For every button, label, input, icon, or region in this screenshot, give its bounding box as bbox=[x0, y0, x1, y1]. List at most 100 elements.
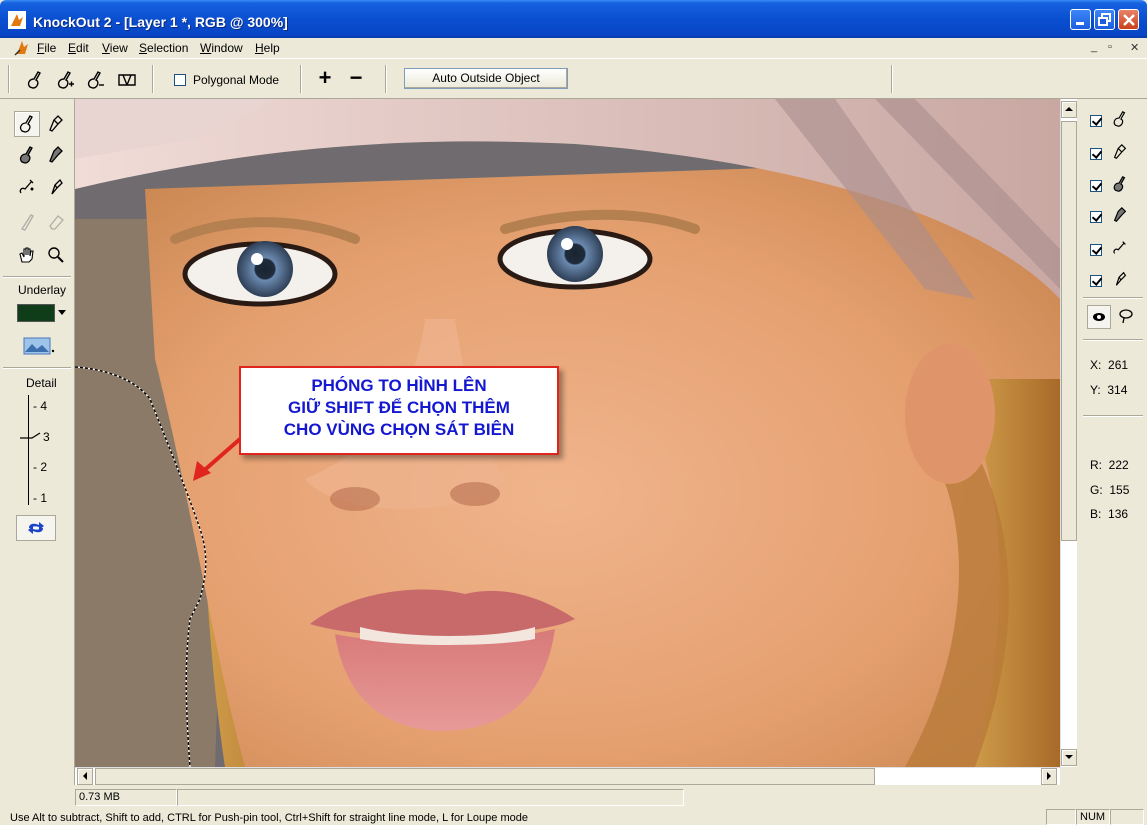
vertical-scroll-thumb[interactable] bbox=[1061, 121, 1077, 541]
chevron-left-icon bbox=[83, 772, 87, 780]
close-icon bbox=[1123, 14, 1135, 26]
layer-outside-object-toggle[interactable] bbox=[1089, 142, 1139, 164]
swap-button[interactable] bbox=[16, 515, 56, 541]
view-lasso-button[interactable] bbox=[1115, 305, 1139, 329]
inside-fill-tool[interactable] bbox=[14, 142, 40, 168]
outside-fill-icon bbox=[1113, 206, 1127, 223]
horizontal-scroll-thumb[interactable] bbox=[95, 768, 875, 785]
layer-outside-fill-toggle[interactable] bbox=[1089, 205, 1139, 227]
toolbar: Polygonal Mode + − Auto Outside Object bbox=[0, 58, 1147, 99]
polygonal-mode-label: Polygonal Mode bbox=[193, 73, 280, 87]
layer-outside-edge-toggle[interactable] bbox=[1089, 269, 1139, 291]
g-label: G: bbox=[1090, 483, 1103, 497]
vertical-scrollbar[interactable] bbox=[1060, 99, 1077, 767]
menu-help[interactable]: Help bbox=[255, 41, 280, 55]
horizontal-scrollbar[interactable] bbox=[75, 767, 1060, 785]
memory-readout: 0.73 MB bbox=[75, 789, 177, 806]
minimize-icon bbox=[1076, 22, 1084, 25]
status-indicator bbox=[1110, 809, 1144, 825]
add-inside-tool-button[interactable] bbox=[52, 67, 78, 93]
doc-close-icon[interactable]: ✕ bbox=[1130, 41, 1139, 54]
underlay-label: Underlay bbox=[18, 283, 67, 297]
menu-window[interactable]: Window bbox=[200, 41, 243, 55]
layer-inside-edge-checkbox[interactable] bbox=[1090, 244, 1102, 256]
detail-slider-thumb[interactable] bbox=[20, 432, 46, 440]
menu-selection[interactable]: Selection bbox=[139, 41, 188, 55]
scroll-up-button[interactable] bbox=[1061, 101, 1077, 118]
toolbox-divider bbox=[3, 367, 71, 369]
hand-tool[interactable] bbox=[14, 242, 40, 268]
minimize-button[interactable] bbox=[1070, 9, 1091, 30]
right-panel: X: 261 Y: 314 R: 222 G: 155 B: 136 bbox=[1077, 99, 1147, 805]
transfer-tool-button[interactable] bbox=[114, 67, 140, 93]
layer-outside-object-checkbox[interactable] bbox=[1090, 148, 1102, 160]
view-eye-button[interactable] bbox=[1087, 305, 1111, 329]
layer-outside-edge-checkbox[interactable] bbox=[1090, 275, 1102, 287]
chevron-down-icon[interactable] bbox=[58, 310, 66, 315]
layer-inside-object-checkbox[interactable] bbox=[1090, 115, 1102, 127]
minus-button[interactable]: − bbox=[345, 67, 367, 90]
polygonal-mode-checkbox[interactable] bbox=[174, 74, 186, 86]
outside-object-tool[interactable] bbox=[43, 111, 69, 137]
panel-divider bbox=[1083, 297, 1143, 299]
inside-object-tool-button[interactable] bbox=[22, 67, 48, 93]
g-value: 155 bbox=[1109, 483, 1130, 497]
document-icon[interactable] bbox=[14, 39, 30, 56]
restore-button[interactable] bbox=[1094, 9, 1115, 30]
x-coordinate-readout: X: 261 bbox=[1090, 358, 1128, 372]
detail-level-value: 1 bbox=[40, 491, 48, 505]
detail-level-value: 2 bbox=[40, 460, 48, 474]
chevron-up-icon bbox=[1065, 107, 1073, 111]
scroll-left-button[interactable] bbox=[77, 768, 93, 785]
layer-inside-fill-checkbox[interactable] bbox=[1090, 180, 1102, 192]
detail-level-4: - 4 bbox=[33, 399, 48, 413]
inside-fill-icon bbox=[19, 146, 33, 164]
auto-outside-object-button[interactable]: Auto Outside Object bbox=[404, 68, 568, 89]
toolbar-separator bbox=[891, 65, 893, 93]
eraser-tool[interactable] bbox=[43, 209, 69, 235]
outside-edge-tool[interactable] bbox=[43, 174, 69, 200]
image-canvas[interactable] bbox=[75, 99, 1060, 767]
y-label: Y: bbox=[1090, 383, 1101, 397]
layer-inside-edge-toggle[interactable] bbox=[1089, 238, 1139, 260]
doc-restore-icon[interactable]: ▫ bbox=[1108, 41, 1112, 53]
doc-minimize-icon[interactable]: _ bbox=[1091, 41, 1097, 53]
layer-inside-object-toggle[interactable] bbox=[1089, 109, 1139, 131]
panel-divider bbox=[1083, 415, 1143, 417]
scroll-down-button[interactable] bbox=[1061, 749, 1077, 766]
annotation-line-2: GIỮ SHIFT ĐỂ CHỌN THÊM bbox=[288, 398, 510, 417]
plus-button[interactable]: + bbox=[314, 67, 336, 90]
layer-inside-fill-toggle[interactable] bbox=[1089, 174, 1139, 196]
inside-object-icon bbox=[1113, 111, 1126, 127]
underlay-image-icon[interactable] bbox=[23, 337, 57, 355]
num-lock-indicator: NUM bbox=[1076, 809, 1110, 825]
status-hint: Use Alt to subtract, Shift to add, CTRL … bbox=[10, 812, 528, 824]
b-value: 136 bbox=[1108, 507, 1129, 521]
green-value-readout: G: 155 bbox=[1090, 483, 1129, 497]
toolbar-separator bbox=[385, 65, 387, 93]
menu-edit[interactable]: Edit bbox=[68, 41, 89, 55]
close-button[interactable] bbox=[1118, 9, 1139, 30]
underlay-color-swatch[interactable] bbox=[17, 304, 55, 322]
toolbar-separator bbox=[300, 65, 302, 93]
outside-object-icon bbox=[49, 115, 63, 132]
brush-tool[interactable] bbox=[14, 209, 40, 235]
zoom-tool[interactable] bbox=[43, 242, 69, 268]
menu-file[interactable]: File bbox=[37, 41, 56, 55]
subtract-inside-tool-button[interactable] bbox=[82, 67, 108, 93]
layer-outside-fill-checkbox[interactable] bbox=[1090, 211, 1102, 223]
knockout-app-icon[interactable] bbox=[8, 11, 26, 29]
inside-object-tool[interactable] bbox=[14, 111, 40, 137]
inside-edge-tool[interactable] bbox=[14, 174, 40, 200]
detail-slider-track[interactable] bbox=[28, 395, 29, 505]
scroll-right-button[interactable] bbox=[1041, 768, 1057, 785]
left-toolbox: Underlay Detail - 4 3 - 2 - 1 bbox=[0, 99, 75, 793]
eye-icon bbox=[1093, 313, 1105, 321]
y-coordinate-readout: Y: 314 bbox=[1090, 383, 1127, 397]
b-label: B: bbox=[1090, 507, 1102, 521]
red-value-readout: R: 222 bbox=[1090, 458, 1129, 472]
menu-view[interactable]: View bbox=[102, 41, 128, 55]
detail-level-2: - 2 bbox=[33, 460, 48, 474]
outside-fill-tool[interactable] bbox=[43, 142, 69, 168]
y-value: 314 bbox=[1107, 383, 1128, 397]
